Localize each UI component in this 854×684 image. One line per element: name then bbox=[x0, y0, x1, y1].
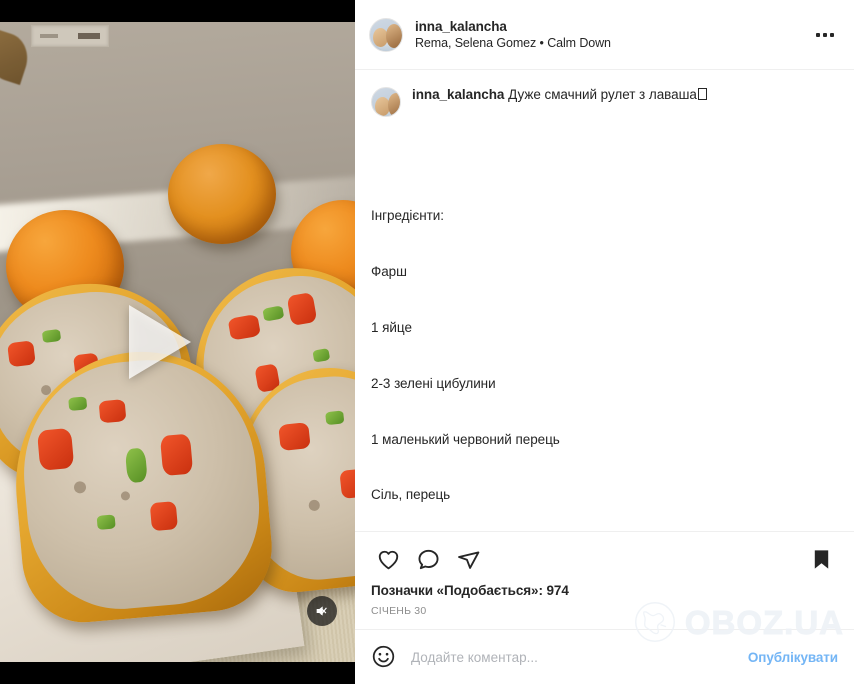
post-caption-area: inna_kalancha Дуже смачний рулет з лаваш… bbox=[355, 70, 854, 531]
comment-icon[interactable] bbox=[411, 542, 445, 576]
caption-avatar[interactable] bbox=[371, 87, 401, 117]
post-media[interactable] bbox=[0, 0, 355, 684]
ingredients-block: Інгредієнти: Фарш 1 яйце 2-3 зелені цибу… bbox=[371, 170, 838, 531]
post-actions: Позначки «Подобається»: 974 СІЧЕНЬ 30 bbox=[355, 531, 854, 629]
caption-username[interactable]: inna_kalancha bbox=[412, 87, 504, 102]
likes-count-label[interactable]: Позначки «Подобається»: 974 bbox=[371, 583, 838, 598]
comment-input[interactable] bbox=[411, 649, 748, 665]
ingredient-item: 2-3 зелені цибулини bbox=[371, 375, 496, 391]
caption-row: inna_kalancha Дуже смачний рулет з лаваш… bbox=[371, 86, 838, 117]
ingredient-item: 1 яйце bbox=[371, 319, 412, 335]
caption-title-text: Дуже смачний рулет з лаваша bbox=[508, 87, 697, 102]
ingredient-item: Сіль, перець bbox=[371, 487, 451, 503]
post-header: inna_kalancha Rema, Selena Gomez • Calm … bbox=[355, 0, 854, 70]
instagram-post: inna_kalancha Rema, Selena Gomez • Calm … bbox=[0, 0, 854, 684]
play-icon[interactable] bbox=[128, 305, 191, 379]
ingredient-item: 1 маленький червоний перець bbox=[371, 431, 560, 447]
action-icon-row bbox=[371, 542, 838, 576]
caption-first-line: inna_kalancha Дуже смачний рулет з лаваш… bbox=[412, 86, 707, 105]
post-side-panel: inna_kalancha Rema, Selena Gomez • Calm … bbox=[355, 0, 854, 684]
header-meta: inna_kalancha Rema, Selena Gomez • Calm … bbox=[415, 19, 611, 50]
bookmark-icon[interactable] bbox=[804, 542, 838, 576]
ingredient-item: Фарш bbox=[371, 264, 407, 280]
heart-icon[interactable] bbox=[371, 542, 405, 576]
post-video-frame[interactable] bbox=[0, 22, 355, 662]
post-comment-button[interactable]: Опублікувати bbox=[748, 650, 838, 665]
header-username[interactable]: inna_kalancha bbox=[415, 19, 611, 34]
photo-orange-back bbox=[168, 144, 276, 244]
avatar[interactable] bbox=[369, 17, 403, 52]
emoji-icon[interactable] bbox=[371, 644, 397, 670]
photo-leaf bbox=[0, 28, 35, 86]
mute-icon[interactable] bbox=[307, 596, 337, 626]
share-icon[interactable] bbox=[451, 542, 485, 576]
post-date: СІЧЕНЬ 30 bbox=[371, 605, 427, 617]
ingredients-heading: Інгредієнти: bbox=[371, 208, 444, 224]
comment-composer: Опублікувати bbox=[355, 629, 854, 684]
header-audio-title[interactable]: Rema, Selena Gomez • Calm Down bbox=[415, 36, 611, 50]
photo-wall-outlet bbox=[31, 25, 109, 47]
more-options-icon[interactable] bbox=[810, 20, 840, 50]
caption-body: Інгредієнти: Фарш 1 яйце 2-3 зелені цибу… bbox=[371, 133, 838, 531]
missing-glyph-icon bbox=[697, 88, 707, 100]
